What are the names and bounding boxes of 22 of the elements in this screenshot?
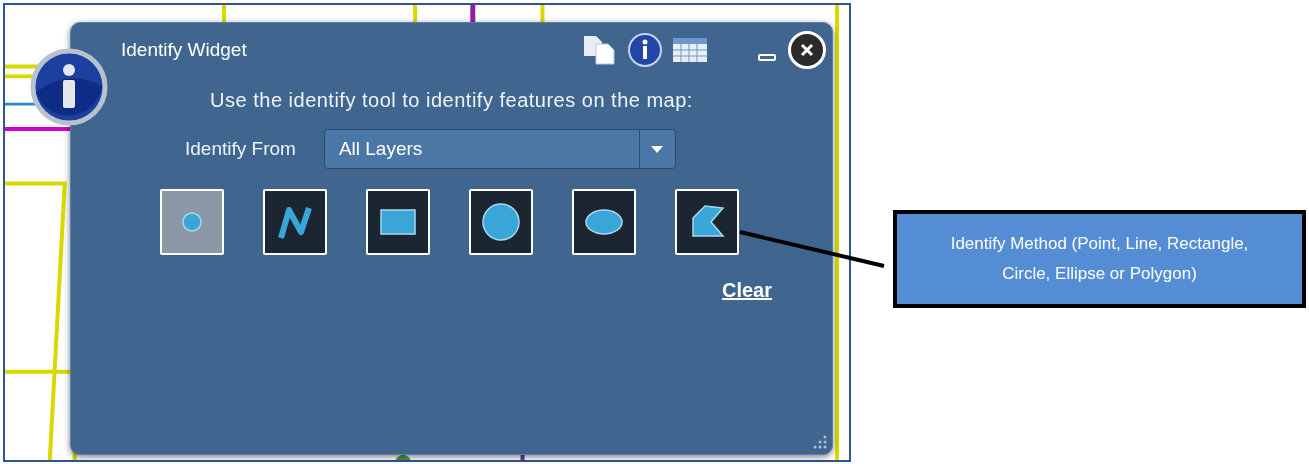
- circle-tool-button[interactable]: [469, 189, 533, 255]
- ellipse-tool-button[interactable]: [572, 189, 636, 255]
- polyline-tool-button[interactable]: [263, 189, 327, 255]
- rectangle-tool-button[interactable]: [366, 189, 430, 255]
- table-icon[interactable]: [672, 36, 708, 64]
- copy-icon[interactable]: [582, 34, 618, 66]
- close-button[interactable]: [788, 31, 826, 69]
- resize-grip-icon[interactable]: [812, 434, 828, 450]
- polygon-tool-button[interactable]: [675, 189, 739, 255]
- clear-link[interactable]: Clear: [721, 275, 772, 305]
- circle-icon: [481, 202, 521, 242]
- layer-dropdown[interactable]: All Layers: [323, 129, 676, 169]
- point-tool-button[interactable]: [160, 189, 224, 255]
- widget-logo-icon: [30, 48, 108, 126]
- close-icon: [800, 43, 814, 57]
- instruction-text: Use the identify tool to identify features on the map:: [210, 88, 693, 113]
- identify-from-label: Identify From: [185, 136, 296, 161]
- callout-text: Identify Method (Point, Line, Rectangle, Circle, Ellipse or Polygon): [949, 233, 1250, 285]
- info-icon[interactable]: [628, 33, 662, 67]
- dropdown-caret-icon: [651, 145, 664, 153]
- widget-title: Identify Widget: [121, 37, 247, 62]
- minimize-button[interactable]: [758, 53, 776, 61]
